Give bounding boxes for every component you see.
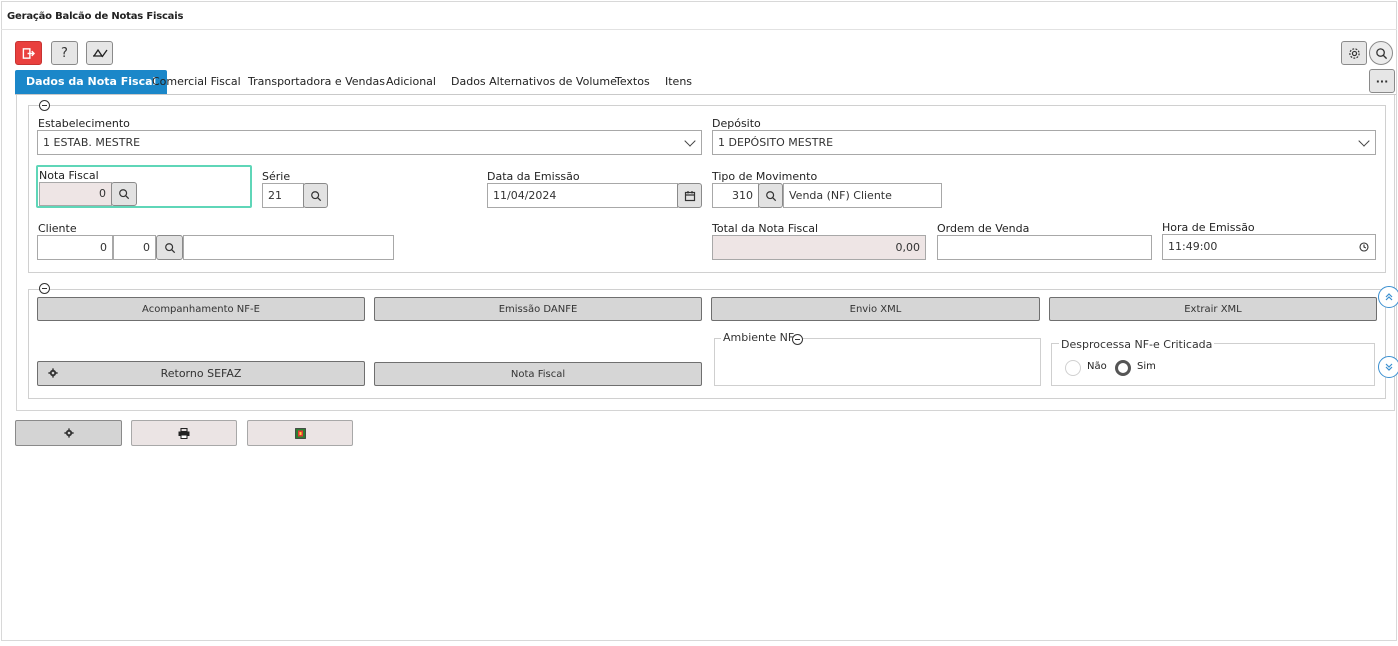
hora-emissao-label: Hora de Emissão	[1162, 221, 1255, 234]
exit-icon	[22, 47, 35, 59]
title-bar: Geração Balcão de Notas Fiscais	[1, 1, 1397, 30]
retorno-sefaz-button[interactable]: Retorno SEFAZ	[37, 361, 365, 386]
ambiente-nfe-legend: Ambiente NFe	[721, 331, 803, 344]
tipo-movimento-description: Venda (NF) Cliente	[783, 183, 942, 208]
nota-fiscal-button[interactable]: Nota Fiscal	[374, 362, 702, 386]
ambiente-nfe-group	[714, 338, 1041, 386]
tab-adicional[interactable]: Adicional	[386, 70, 436, 94]
radio-nao-label: Não	[1087, 361, 1107, 372]
chevrons-down-icon[interactable]	[1378, 356, 1398, 378]
more-button[interactable]: ···	[1369, 69, 1395, 93]
nota-fiscal-label: Nota Fiscal	[39, 169, 99, 182]
print-button[interactable]	[131, 420, 237, 446]
gear-icon	[1348, 47, 1360, 59]
nota-fiscal-search-button[interactable]	[111, 182, 137, 206]
collapse-icon[interactable]	[792, 334, 803, 345]
search-icon	[119, 189, 130, 200]
tipo-movimento-label: Tipo de Movimento	[712, 170, 818, 183]
radio-sim-label: Sim	[1137, 361, 1156, 372]
hora-emissao-input[interactable]: 11:49:00	[1162, 234, 1376, 260]
extrair-xml-button[interactable]: Extrair XML	[1049, 297, 1377, 321]
bottom-settings-button[interactable]	[15, 420, 122, 446]
total-nf-value: 0,00	[712, 235, 926, 260]
tipo-movimento-code-input[interactable]: 310	[712, 183, 759, 208]
sign-pen-icon	[92, 48, 108, 58]
tipo-movimento-search-button[interactable]	[758, 183, 783, 208]
cliente-code1-input[interactable]: 0	[37, 235, 113, 260]
radio-sim[interactable]	[1115, 360, 1131, 376]
cliente-name-input[interactable]	[183, 235, 394, 260]
cliente-code2-input[interactable]: 0	[113, 235, 156, 260]
total-nf-label: Total da Nota Fiscal	[712, 222, 819, 235]
ambiente-nfe-label: Ambiente NFe	[723, 331, 801, 344]
ordem-venda-input[interactable]	[937, 235, 1152, 260]
emissao-danfe-button[interactable]: Emissão DANFE	[374, 297, 702, 321]
radio-nao[interactable]	[1065, 360, 1081, 376]
search-icon	[1375, 47, 1387, 59]
desprocessa-legend: Desprocessa NF-e Criticada	[1059, 338, 1215, 351]
serie-input[interactable]: 21	[262, 183, 304, 208]
retorno-sefaz-label: Retorno SEFAZ	[160, 367, 242, 380]
search-icon	[765, 190, 776, 201]
search-icon	[164, 242, 175, 253]
tab-dados-alternativos-volume[interactable]: Dados Alternativos de Volume	[451, 70, 617, 94]
search-button[interactable]	[1369, 41, 1393, 65]
cliente-search-button[interactable]	[156, 235, 183, 260]
export-button[interactable]	[247, 420, 353, 446]
hora-emissao-value: 11:49:00	[1168, 240, 1218, 253]
cliente-label: Cliente	[38, 222, 77, 235]
export-icon	[294, 427, 306, 439]
help-button[interactable]: ?	[51, 41, 78, 65]
tab-itens[interactable]: Itens	[665, 70, 692, 94]
estabelecimento-value: 1 ESTAB. MESTRE	[43, 136, 141, 149]
chevron-down-icon	[684, 135, 696, 147]
estabelecimento-label: Estabelecimento	[38, 117, 130, 130]
clock-icon	[1359, 242, 1369, 252]
exit-button[interactable]	[15, 41, 42, 65]
calendar-icon	[684, 190, 695, 201]
acompanhamento-nfe-button[interactable]: Acompanhamento NF-E	[37, 297, 365, 321]
gear-icon	[48, 368, 58, 378]
tab-transportadora-vendas[interactable]: Transportadora e Vendas	[248, 70, 385, 94]
collapse-icon[interactable]	[39, 100, 50, 111]
nota-fiscal-input[interactable]: 0	[39, 182, 112, 206]
deposito-label: Depósito	[712, 117, 761, 130]
deposito-value: 1 DEPÓSITO MESTRE	[718, 136, 834, 149]
search-icon	[310, 190, 321, 201]
calendar-button[interactable]	[677, 183, 702, 208]
collapse-icon[interactable]	[39, 283, 50, 294]
estabelecimento-select[interactable]: 1 ESTAB. MESTRE	[37, 130, 702, 155]
serie-search-button[interactable]	[303, 183, 328, 208]
gear-icon	[63, 428, 74, 438]
help-icon: ?	[61, 45, 68, 61]
ordem-venda-label: Ordem de Venda	[937, 222, 1030, 235]
tab-textos[interactable]: Textos	[615, 70, 650, 94]
window-title: Geração Balcão de Notas Fiscais	[7, 11, 184, 22]
settings-button[interactable]	[1341, 41, 1367, 65]
tab-dados-nota-fiscal[interactable]: Dados da Nota Fiscal	[15, 70, 168, 94]
serie-label: Série	[262, 170, 291, 183]
data-emissao-label: Data da Emissão	[487, 170, 580, 183]
tab-comercial-fiscal[interactable]: Comercial Fiscal	[152, 70, 241, 94]
chevrons-up-icon[interactable]	[1378, 286, 1398, 308]
data-emissao-input[interactable]: 11/04/2024	[487, 183, 678, 208]
sign-button[interactable]	[86, 41, 113, 65]
envio-xml-button[interactable]: Envio XML	[711, 297, 1040, 321]
print-icon	[178, 427, 190, 439]
deposito-select[interactable]: 1 DEPÓSITO MESTRE	[712, 130, 1376, 155]
chevron-down-icon	[1358, 135, 1370, 147]
more-icon: ···	[1375, 74, 1389, 88]
